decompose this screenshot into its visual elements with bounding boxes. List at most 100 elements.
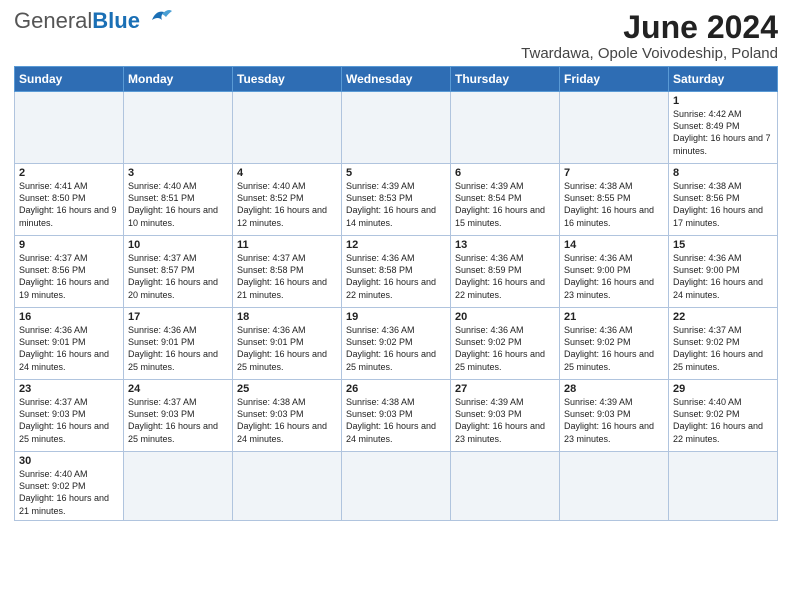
calendar-week-row: 2Sunrise: 4:41 AM Sunset: 8:50 PM Daylig… (15, 164, 778, 236)
day-info: Sunrise: 4:39 AM Sunset: 8:53 PM Dayligh… (346, 180, 446, 229)
calendar-cell: 9Sunrise: 4:37 AM Sunset: 8:56 PM Daylig… (15, 236, 124, 308)
calendar-cell: 15Sunrise: 4:36 AM Sunset: 9:00 PM Dayli… (669, 236, 778, 308)
col-monday: Monday (124, 67, 233, 92)
logo: GeneralBlue (14, 10, 174, 32)
calendar-page: GeneralBlue June 2024 Twardawa, Opole Vo… (0, 0, 792, 531)
day-number: 6 (455, 167, 555, 179)
calendar-cell: 26Sunrise: 4:38 AM Sunset: 9:03 PM Dayli… (342, 380, 451, 452)
day-info: Sunrise: 4:40 AM Sunset: 9:02 PM Dayligh… (673, 396, 773, 445)
day-info: Sunrise: 4:36 AM Sunset: 9:00 PM Dayligh… (564, 252, 664, 301)
day-number: 16 (19, 311, 119, 323)
calendar-week-row: 30Sunrise: 4:40 AM Sunset: 9:02 PM Dayli… (15, 452, 778, 521)
day-info: Sunrise: 4:36 AM Sunset: 8:59 PM Dayligh… (455, 252, 555, 301)
day-number: 14 (564, 239, 664, 251)
logo-text: GeneralBlue (14, 10, 140, 32)
calendar-cell (124, 452, 233, 521)
day-number: 8 (673, 167, 773, 179)
calendar-cell (233, 92, 342, 164)
calendar-cell: 4Sunrise: 4:40 AM Sunset: 8:52 PM Daylig… (233, 164, 342, 236)
calendar-cell (560, 92, 669, 164)
calendar-cell: 8Sunrise: 4:38 AM Sunset: 8:56 PM Daylig… (669, 164, 778, 236)
day-number: 7 (564, 167, 664, 179)
day-info: Sunrise: 4:36 AM Sunset: 9:01 PM Dayligh… (237, 324, 337, 373)
day-number: 1 (673, 95, 773, 107)
day-number: 5 (346, 167, 446, 179)
title-block: June 2024 Twardawa, Opole Voivodeship, P… (521, 10, 778, 62)
col-thursday: Thursday (451, 67, 560, 92)
calendar-cell (560, 452, 669, 521)
day-number: 15 (673, 239, 773, 251)
day-number: 24 (128, 383, 228, 395)
calendar-cell: 30Sunrise: 4:40 AM Sunset: 9:02 PM Dayli… (15, 452, 124, 521)
calendar-header-row: Sunday Monday Tuesday Wednesday Thursday… (15, 67, 778, 92)
calendar-cell: 13Sunrise: 4:36 AM Sunset: 8:59 PM Dayli… (451, 236, 560, 308)
day-info: Sunrise: 4:36 AM Sunset: 9:01 PM Dayligh… (19, 324, 119, 373)
day-number: 2 (19, 167, 119, 179)
calendar-cell (15, 92, 124, 164)
calendar-cell: 28Sunrise: 4:39 AM Sunset: 9:03 PM Dayli… (560, 380, 669, 452)
day-number: 17 (128, 311, 228, 323)
calendar-cell: 11Sunrise: 4:37 AM Sunset: 8:58 PM Dayli… (233, 236, 342, 308)
calendar-cell: 2Sunrise: 4:41 AM Sunset: 8:50 PM Daylig… (15, 164, 124, 236)
calendar-table: Sunday Monday Tuesday Wednesday Thursday… (14, 66, 778, 521)
calendar-cell: 6Sunrise: 4:39 AM Sunset: 8:54 PM Daylig… (451, 164, 560, 236)
calendar-cell: 10Sunrise: 4:37 AM Sunset: 8:57 PM Dayli… (124, 236, 233, 308)
day-info: Sunrise: 4:39 AM Sunset: 9:03 PM Dayligh… (455, 396, 555, 445)
day-info: Sunrise: 4:39 AM Sunset: 8:54 PM Dayligh… (455, 180, 555, 229)
day-number: 19 (346, 311, 446, 323)
day-number: 23 (19, 383, 119, 395)
calendar-cell (451, 92, 560, 164)
day-number: 26 (346, 383, 446, 395)
day-info: Sunrise: 4:41 AM Sunset: 8:50 PM Dayligh… (19, 180, 119, 229)
day-number: 28 (564, 383, 664, 395)
day-info: Sunrise: 4:40 AM Sunset: 9:02 PM Dayligh… (19, 468, 119, 517)
calendar-cell: 3Sunrise: 4:40 AM Sunset: 8:51 PM Daylig… (124, 164, 233, 236)
calendar-cell: 7Sunrise: 4:38 AM Sunset: 8:55 PM Daylig… (560, 164, 669, 236)
day-info: Sunrise: 4:38 AM Sunset: 9:03 PM Dayligh… (237, 396, 337, 445)
calendar-cell: 1Sunrise: 4:42 AM Sunset: 8:49 PM Daylig… (669, 92, 778, 164)
day-info: Sunrise: 4:38 AM Sunset: 8:56 PM Dayligh… (673, 180, 773, 229)
day-info: Sunrise: 4:36 AM Sunset: 9:02 PM Dayligh… (564, 324, 664, 373)
calendar-cell: 22Sunrise: 4:37 AM Sunset: 9:02 PM Dayli… (669, 308, 778, 380)
calendar-cell (669, 452, 778, 521)
day-number: 30 (19, 455, 119, 467)
day-info: Sunrise: 4:36 AM Sunset: 9:02 PM Dayligh… (346, 324, 446, 373)
day-info: Sunrise: 4:37 AM Sunset: 9:03 PM Dayligh… (19, 396, 119, 445)
day-info: Sunrise: 4:42 AM Sunset: 8:49 PM Dayligh… (673, 108, 773, 157)
day-number: 11 (237, 239, 337, 251)
day-info: Sunrise: 4:37 AM Sunset: 8:58 PM Dayligh… (237, 252, 337, 301)
day-info: Sunrise: 4:36 AM Sunset: 9:00 PM Dayligh… (673, 252, 773, 301)
day-number: 12 (346, 239, 446, 251)
calendar-cell: 20Sunrise: 4:36 AM Sunset: 9:02 PM Dayli… (451, 308, 560, 380)
calendar-cell (233, 452, 342, 521)
day-number: 27 (455, 383, 555, 395)
day-info: Sunrise: 4:37 AM Sunset: 9:02 PM Dayligh… (673, 324, 773, 373)
calendar-cell: 16Sunrise: 4:36 AM Sunset: 9:01 PM Dayli… (15, 308, 124, 380)
day-info: Sunrise: 4:38 AM Sunset: 9:03 PM Dayligh… (346, 396, 446, 445)
day-info: Sunrise: 4:36 AM Sunset: 9:01 PM Dayligh… (128, 324, 228, 373)
calendar-cell: 12Sunrise: 4:36 AM Sunset: 8:58 PM Dayli… (342, 236, 451, 308)
col-wednesday: Wednesday (342, 67, 451, 92)
col-friday: Friday (560, 67, 669, 92)
col-saturday: Saturday (669, 67, 778, 92)
day-number: 10 (128, 239, 228, 251)
calendar-cell: 17Sunrise: 4:36 AM Sunset: 9:01 PM Dayli… (124, 308, 233, 380)
calendar-week-row: 16Sunrise: 4:36 AM Sunset: 9:01 PM Dayli… (15, 308, 778, 380)
day-number: 21 (564, 311, 664, 323)
day-number: 22 (673, 311, 773, 323)
calendar-title: June 2024 (521, 10, 778, 45)
day-info: Sunrise: 4:37 AM Sunset: 9:03 PM Dayligh… (128, 396, 228, 445)
calendar-cell: 24Sunrise: 4:37 AM Sunset: 9:03 PM Dayli… (124, 380, 233, 452)
calendar-week-row: 23Sunrise: 4:37 AM Sunset: 9:03 PM Dayli… (15, 380, 778, 452)
day-info: Sunrise: 4:36 AM Sunset: 8:58 PM Dayligh… (346, 252, 446, 301)
day-number: 25 (237, 383, 337, 395)
col-tuesday: Tuesday (233, 67, 342, 92)
calendar-cell: 21Sunrise: 4:36 AM Sunset: 9:02 PM Dayli… (560, 308, 669, 380)
day-info: Sunrise: 4:37 AM Sunset: 8:57 PM Dayligh… (128, 252, 228, 301)
day-info: Sunrise: 4:39 AM Sunset: 9:03 PM Dayligh… (564, 396, 664, 445)
calendar-cell (342, 92, 451, 164)
calendar-cell: 29Sunrise: 4:40 AM Sunset: 9:02 PM Dayli… (669, 380, 778, 452)
calendar-week-row: 9Sunrise: 4:37 AM Sunset: 8:56 PM Daylig… (15, 236, 778, 308)
calendar-cell: 14Sunrise: 4:36 AM Sunset: 9:00 PM Dayli… (560, 236, 669, 308)
day-info: Sunrise: 4:40 AM Sunset: 8:52 PM Dayligh… (237, 180, 337, 229)
